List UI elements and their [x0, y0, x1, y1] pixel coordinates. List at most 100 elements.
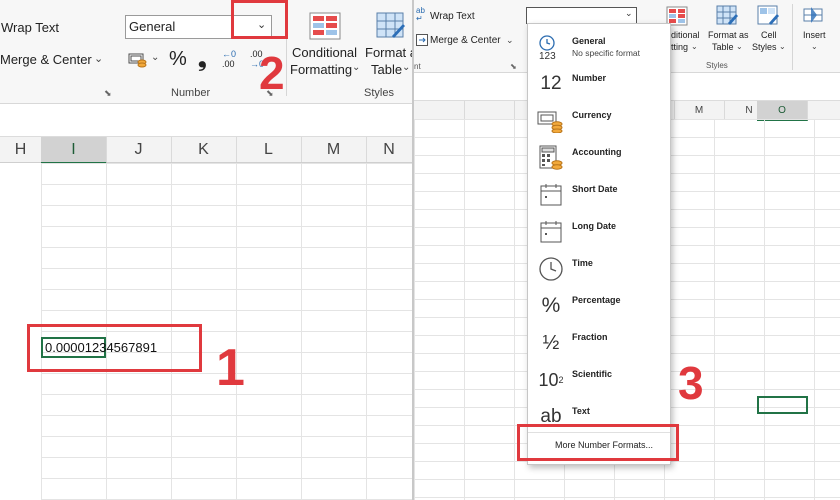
- percent-icon: %: [541, 294, 561, 317]
- column-header-n[interactable]: N: [366, 137, 412, 162]
- format-option-number[interactable]: 12 Number: [528, 65, 670, 102]
- column-label: M: [326, 140, 341, 158]
- annotation-box-cell: [27, 324, 202, 372]
- format-as-table-icon[interactable]: [376, 12, 406, 40]
- format-option-accounting[interactable]: Accounting: [528, 139, 670, 176]
- merge-center-button[interactable]: Merge & Center: [430, 35, 501, 46]
- format-as-table-label-2[interactable]: Table: [712, 42, 734, 52]
- format-option-label: Fraction: [572, 332, 608, 342]
- format-option-label: Time: [572, 258, 593, 268]
- format-as-table-label-1[interactable]: Format a: [365, 45, 412, 60]
- format-option-label: General: [572, 36, 606, 46]
- format-option-currency[interactable]: Currency: [528, 102, 670, 139]
- format-option-label: Text: [572, 406, 590, 416]
- increase-decimal-bottom: .00: [222, 59, 235, 69]
- active-cell-selection[interactable]: [757, 396, 808, 414]
- wrap-text-button[interactable]: Wrap Text: [1, 20, 59, 35]
- merge-center-button[interactable]: Merge & Center: [0, 52, 92, 67]
- column-label: N: [745, 104, 753, 116]
- column-header-i-active[interactable]: I: [41, 137, 107, 164]
- cell-styles-label-1[interactable]: Cell: [761, 30, 777, 40]
- conditional-formatting-icon[interactable]: [309, 12, 341, 40]
- insert-button-label[interactable]: Insert: [803, 30, 826, 40]
- annotation-box-more-formats: [517, 424, 679, 461]
- format-option-label: Accounting: [572, 147, 622, 157]
- column-header-o-active[interactable]: O: [757, 101, 808, 121]
- column-header-m[interactable]: M: [674, 101, 725, 119]
- conditional-chevron-icon[interactable]: ⌄: [352, 62, 360, 73]
- number-format-dropdown[interactable]: ⌄: [526, 7, 637, 24]
- wrap-text-button[interactable]: Wrap Text: [430, 11, 475, 22]
- cell-styles-icon[interactable]: [757, 5, 779, 27]
- percent-style-button[interactable]: %: [169, 48, 187, 71]
- conditional-chevron-icon[interactable]: ⌄: [691, 42, 698, 51]
- cell-styles-chevron-icon[interactable]: ⌄: [779, 42, 786, 51]
- formula-bar-area: [0, 104, 412, 137]
- number-format-dropdown-list: 123 General No specific format 12 Number…: [527, 23, 671, 465]
- format-option-scientific[interactable]: 10 2 Scientific: [528, 361, 670, 398]
- comma-style-button[interactable]: ❟: [198, 46, 207, 72]
- format-option-fraction[interactable]: ½ Fraction: [528, 324, 670, 361]
- format-option-time[interactable]: Time: [528, 250, 670, 287]
- insert-chevron-icon[interactable]: ⌄: [811, 42, 818, 51]
- format-option-short-date[interactable]: Short Date: [528, 176, 670, 213]
- conditional-formatting-label-1[interactable]: Conditional: [292, 45, 357, 60]
- ribbon-group-divider: [792, 4, 793, 70]
- column-label: N: [383, 140, 395, 158]
- column-label: I: [71, 140, 76, 158]
- format-option-general[interactable]: 123 General No specific format: [528, 28, 670, 65]
- accounting-calculator-icon: [536, 145, 566, 171]
- wrap-text-icon[interactable]: ab ↵: [416, 7, 425, 23]
- clock-icon: [536, 256, 566, 282]
- number-12-icon: 12: [540, 73, 562, 94]
- conditional-formatting-label-1[interactable]: nditional: [666, 30, 700, 40]
- annotation-step-2: 2: [259, 47, 285, 99]
- accounting-format-icon[interactable]: [128, 52, 148, 68]
- cell-styles-label-2[interactable]: Styles: [752, 42, 777, 52]
- number-group-label: Number: [171, 87, 211, 99]
- format-option-label: Currency: [572, 110, 612, 120]
- merge-icon[interactable]: [416, 33, 428, 46]
- column-label: M: [694, 104, 704, 116]
- column-header-blank[interactable]: [414, 101, 465, 119]
- styles-group-label: Styles: [706, 61, 728, 70]
- accounting-chevron-icon[interactable]: ⌄: [151, 52, 159, 63]
- column-header-k[interactable]: K: [171, 137, 237, 162]
- alignment-dialog-launcher-icon[interactable]: ⬊: [104, 88, 112, 99]
- conditional-formatting-label-2[interactable]: Formatting: [290, 62, 352, 77]
- format-option-label: Short Date: [572, 184, 618, 194]
- column-header-l[interactable]: L: [236, 137, 302, 162]
- insert-cells-icon[interactable]: [803, 5, 825, 25]
- column-header-h[interactable]: H: [0, 137, 42, 162]
- format-table-chevron-icon[interactable]: ⌄: [402, 62, 410, 73]
- annotation-step-3: 3: [678, 357, 704, 409]
- format-option-label: Long Date: [572, 221, 616, 231]
- merge-chevron-icon[interactable]: ⌄: [94, 52, 103, 65]
- home-ribbon: Wrap Text Merge & Center ⌄ ⬊ General ⌄ ⌄…: [0, 0, 412, 104]
- format-table-chevron-icon[interactable]: ⌄: [736, 42, 743, 51]
- fraction-icon: ½: [542, 331, 560, 354]
- merge-chevron-icon[interactable]: ⌄: [506, 35, 514, 46]
- format-option-long-date[interactable]: Long Date: [528, 213, 670, 250]
- styles-group-label: Styles: [364, 87, 394, 99]
- column-header-j[interactable]: J: [106, 137, 172, 162]
- increase-decimal-button[interactable]: ←0 .00: [222, 49, 244, 71]
- column-header-row: H I J K L M N: [0, 137, 412, 164]
- scientific-icon: 10 2: [538, 369, 564, 390]
- format-as-table-icon[interactable]: [716, 5, 738, 27]
- format-option-percentage[interactable]: % Percentage: [528, 287, 670, 324]
- right-screenshot-panel: ab ↵ Wrap Text Merge & Center ⌄ nt ⬊ ⌄ nd…: [414, 0, 840, 500]
- format-as-table-label-1[interactable]: Format as: [708, 30, 749, 40]
- format-option-description: No specific format: [572, 48, 641, 58]
- column-header-blank[interactable]: [464, 101, 515, 119]
- chevron-down-icon[interactable]: ⌄: [625, 8, 633, 19]
- currency-coins-icon: [536, 108, 566, 134]
- increase-decimal-top: ←0: [222, 49, 237, 59]
- format-option-label: Percentage: [572, 295, 621, 305]
- format-as-table-label-2[interactable]: Table: [371, 62, 402, 77]
- column-header-m[interactable]: M: [301, 137, 367, 162]
- number-format-value: General: [129, 19, 176, 34]
- alignment-dialog-launcher-icon[interactable]: ⬊: [510, 62, 517, 71]
- column-label: O: [778, 104, 786, 116]
- format-option-label: Scientific: [572, 369, 613, 379]
